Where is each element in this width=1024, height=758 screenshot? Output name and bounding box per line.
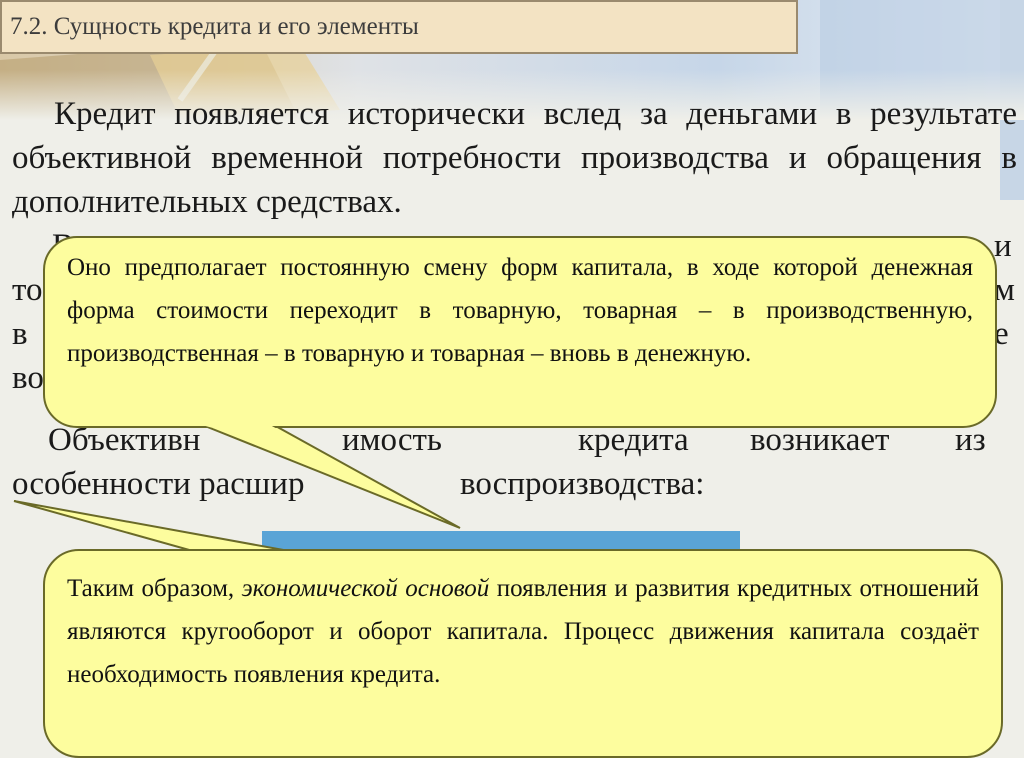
partial-line: и [994, 228, 1012, 264]
paragraph-objective-necessity-line-2: особенности расшир воспроизводства: [0, 462, 1024, 506]
callout-2-paragraph: Таким образом, экономической основой поя… [67, 567, 979, 696]
partial-line: е [994, 316, 1009, 352]
fragment: воспроизводства: [460, 466, 705, 502]
callout-2-text-before: Таким образом, [67, 575, 235, 602]
partial-text-right-column: и м е [994, 224, 1015, 356]
paragraph-credit-origin: Кредит появляется исторически вслед за д… [12, 96, 1017, 220]
partial-line: м [994, 272, 1015, 308]
callout-economic-basis: Таким образом, экономической основой поя… [43, 549, 1003, 758]
callout-2-italic-term: экономической основой [241, 575, 490, 602]
callout-capital-forms: Оно предполагает постоянную смену форм к… [43, 236, 997, 428]
slide-title: 7.2. Сущность кредита и его элементы [0, 0, 798, 54]
fragment: особенности расшир [12, 466, 305, 502]
callout-1-text: Оно предполагает постоянную смену форм к… [67, 254, 973, 367]
